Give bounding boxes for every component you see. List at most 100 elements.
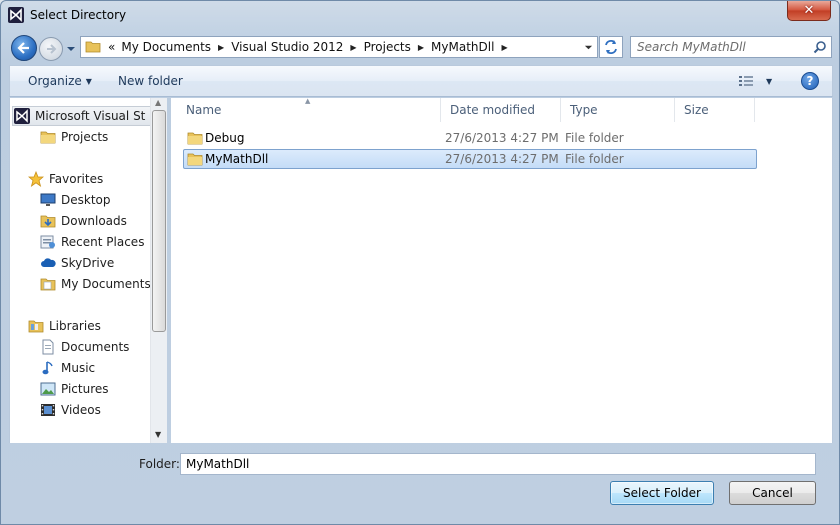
address-overflow[interactable]: « bbox=[105, 37, 118, 57]
row-date: 27/6/2013 4:27 PM bbox=[445, 131, 559, 145]
back-arrow-icon bbox=[17, 42, 29, 54]
help-button[interactable]: ? bbox=[801, 72, 819, 90]
folder-icon bbox=[40, 129, 56, 145]
nav-label: Microsoft Visual St bbox=[35, 109, 146, 123]
breadcrumb-visual-studio[interactable]: Visual Studio 2012 bbox=[228, 37, 346, 57]
nav-label: Pictures bbox=[61, 382, 109, 396]
folder-icon bbox=[85, 39, 105, 56]
close-button[interactable]: ✕ bbox=[787, 1, 831, 21]
breadcrumb-arrow-icon[interactable]: ▶ bbox=[214, 43, 228, 52]
libraries-icon bbox=[28, 318, 44, 334]
forward-arrow-icon bbox=[47, 44, 57, 54]
vs-logo-icon bbox=[8, 7, 24, 23]
nav-label: Downloads bbox=[61, 214, 127, 228]
nav-label: My Documents bbox=[61, 277, 151, 291]
back-button[interactable] bbox=[11, 35, 37, 61]
change-view-button[interactable]: ▼ bbox=[738, 74, 772, 88]
file-list: ▲ Name Date modified Type Size Debug 27/… bbox=[171, 97, 833, 443]
videos-icon bbox=[40, 402, 56, 418]
search-icon[interactable] bbox=[813, 40, 827, 57]
scroll-up-arrow-icon[interactable]: ▲ bbox=[155, 98, 161, 107]
window-title: Select Directory bbox=[30, 8, 127, 22]
address-bar[interactable]: « My Documents ▶ Visual Studio 2012 ▶ Pr… bbox=[80, 36, 598, 58]
command-bar: Organize ▼ New folder ▼ ? bbox=[9, 65, 833, 97]
search-input[interactable] bbox=[631, 37, 809, 57]
column-header-size[interactable]: Size bbox=[675, 98, 755, 122]
breadcrumb-mymathdll[interactable]: MyMathDll bbox=[428, 37, 497, 57]
row-type: File folder bbox=[565, 152, 624, 166]
scroll-down-arrow-icon[interactable]: ▼ bbox=[155, 430, 161, 439]
refresh-icon bbox=[605, 40, 617, 54]
close-icon: ✕ bbox=[803, 3, 815, 18]
title-bar[interactable]: Select Directory ✕ bbox=[1, 1, 839, 31]
refresh-button[interactable] bbox=[599, 36, 623, 58]
nav-label: Videos bbox=[61, 403, 101, 417]
nav-scrollbar[interactable]: ▲ ▼ bbox=[150, 98, 167, 443]
nav-item-projects[interactable]: Projects bbox=[40, 127, 108, 147]
column-header-label: Name bbox=[186, 103, 222, 117]
search-box[interactable] bbox=[630, 36, 832, 58]
pictures-icon bbox=[40, 381, 56, 397]
vs-logo-icon bbox=[14, 108, 30, 124]
nav-label: Desktop bbox=[61, 193, 111, 207]
folder-name-input[interactable] bbox=[180, 453, 816, 475]
breadcrumb-arrow-icon[interactable]: ▶ bbox=[346, 43, 360, 52]
row-type: File folder bbox=[565, 131, 624, 145]
chevron-down-icon bbox=[584, 45, 592, 49]
breadcrumb-my-documents[interactable]: My Documents bbox=[118, 37, 214, 57]
navigation-pane: Microsoft Visual St Projects Favorites D… bbox=[9, 98, 167, 443]
document-icon bbox=[40, 339, 56, 355]
new-folder-button[interactable]: New folder bbox=[118, 74, 183, 88]
column-header-type[interactable]: Type bbox=[561, 98, 675, 122]
organize-button[interactable]: Organize ▼ bbox=[28, 74, 92, 88]
chevron-down-icon: ▼ bbox=[766, 76, 773, 86]
sort-ascending-icon: ▲ bbox=[305, 97, 311, 105]
star-icon bbox=[28, 171, 44, 187]
nav-item-music[interactable]: Music bbox=[40, 358, 95, 378]
nav-label: Recent Places bbox=[61, 235, 145, 249]
breadcrumb-arrow-icon[interactable]: ▶ bbox=[414, 43, 428, 52]
nav-item-desktop[interactable]: Desktop bbox=[40, 190, 111, 210]
row-date: 27/6/2013 4:27 PM bbox=[445, 152, 559, 166]
address-dropdown[interactable] bbox=[579, 37, 597, 57]
breadcrumb-arrow-icon[interactable]: ▶ bbox=[497, 43, 511, 52]
breadcrumb-projects[interactable]: Projects bbox=[361, 37, 414, 57]
recent-locations-dropdown[interactable] bbox=[66, 43, 76, 53]
row-name: Debug bbox=[205, 131, 245, 145]
details-view-icon bbox=[739, 76, 753, 86]
table-row-selected[interactable]: MyMathDll 27/6/2013 4:27 PM File folder bbox=[183, 149, 757, 169]
nav-item-recent-places[interactable]: Recent Places bbox=[40, 232, 144, 252]
nav-item-libraries[interactable]: Libraries bbox=[28, 316, 101, 336]
recent-places-icon bbox=[40, 234, 56, 250]
downloads-icon bbox=[40, 213, 56, 229]
folder-icon bbox=[187, 131, 205, 145]
nav-item-skydrive[interactable]: SkyDrive bbox=[40, 253, 114, 273]
column-header-row: ▲ Name Date modified Type Size bbox=[177, 97, 763, 122]
table-row[interactable]: Debug 27/6/2013 4:27 PM File folder bbox=[183, 128, 757, 148]
nav-item-videos[interactable]: Videos bbox=[40, 400, 101, 420]
nav-item-downloads[interactable]: Downloads bbox=[40, 211, 127, 231]
nav-item-pictures[interactable]: Pictures bbox=[40, 379, 109, 399]
folder-label: Folder: bbox=[139, 457, 180, 471]
nav-item-my-documents[interactable]: My Documents bbox=[40, 274, 151, 294]
nav-label: Projects bbox=[61, 130, 109, 144]
folder-icon bbox=[187, 152, 205, 166]
chevron-down-icon bbox=[67, 47, 75, 51]
forward-button[interactable] bbox=[39, 37, 63, 61]
column-header-name[interactable]: ▲ Name bbox=[177, 97, 441, 122]
nav-item-documents[interactable]: Documents bbox=[40, 337, 129, 357]
select-folder-button[interactable]: Select Folder bbox=[610, 481, 714, 505]
nav-label: Documents bbox=[61, 340, 130, 354]
nav-item-visual-studio[interactable]: Microsoft Visual St bbox=[14, 106, 145, 126]
nav-scrollbar-thumb[interactable] bbox=[152, 110, 166, 332]
nav-item-favorites[interactable]: Favorites bbox=[28, 169, 103, 189]
nav-label: Music bbox=[61, 361, 96, 375]
desktop-icon bbox=[40, 192, 56, 208]
cancel-button[interactable]: Cancel bbox=[729, 481, 816, 505]
documents-folder-icon bbox=[40, 276, 56, 292]
nav-label: SkyDrive bbox=[61, 256, 115, 270]
organize-label: Organize bbox=[28, 74, 82, 88]
select-directory-dialog: Select Directory ✕ « My Documents ▶ Visu… bbox=[0, 0, 840, 525]
column-header-date-modified[interactable]: Date modified bbox=[441, 98, 561, 122]
nav-label: Favorites bbox=[49, 172, 104, 186]
